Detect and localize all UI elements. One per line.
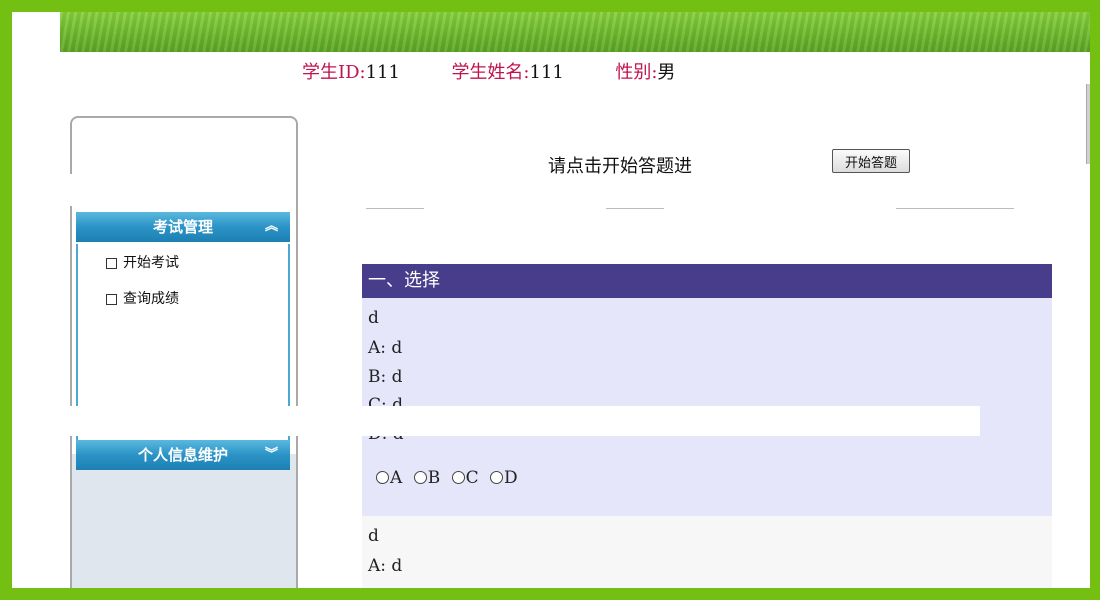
question-stem: d <box>368 526 379 546</box>
sidebar-item-start-exam[interactable]: 开始考试 <box>106 252 179 272</box>
option-text: A: d <box>368 338 403 358</box>
radio-option-d[interactable]: D <box>490 468 518 488</box>
gender-value: 男 <box>657 62 676 83</box>
sidebar-item-label: 开始考试 <box>123 255 179 271</box>
checkbox-icon <box>106 293 117 305</box>
page-content: 学生ID:111 学生姓名:111 性别:男 考试管理 ︽ 开始考试 查询成绩 … <box>12 52 1090 588</box>
gender-label: 性别: <box>615 62 658 83</box>
frame-bottom <box>0 588 1100 600</box>
sidebar-header-profile[interactable]: 个人信息维护 ︾ <box>76 440 290 470</box>
divider <box>366 208 424 209</box>
section-title: 一、选择 <box>362 264 1052 298</box>
radio-icon[interactable] <box>376 471 389 484</box>
frame-left <box>0 0 12 600</box>
chevron-up-icon: ︽ <box>264 219 278 234</box>
sidebar-header-profile-label: 个人信息维护 <box>137 446 228 464</box>
radio-icon[interactable] <box>451 471 465 484</box>
sidebar-item-label: 查询成绩 <box>123 291 179 307</box>
frame-right <box>1090 0 1100 600</box>
header-banner <box>60 12 1090 52</box>
white-overlay-band <box>70 174 296 206</box>
answer-radio-group: A B C D <box>376 468 524 488</box>
radio-option-a[interactable]: A <box>376 468 402 488</box>
sidebar-item-query-score[interactable]: 查询成绩 <box>106 288 179 308</box>
radio-icon[interactable] <box>413 471 427 484</box>
radio-option-b[interactable]: B <box>413 468 440 488</box>
checkbox-icon <box>106 257 117 269</box>
question-stem: d <box>368 308 379 328</box>
sidebar-header-exam-management[interactable]: 考试管理 ︽ <box>76 212 290 242</box>
start-prompt-text: 请点击开始答题进 <box>548 156 692 177</box>
option-text: B: d <box>368 367 403 387</box>
divider <box>896 208 1014 209</box>
chevron-down-icon: ︾ <box>264 447 278 462</box>
student-name-label: 学生姓名: <box>451 62 530 83</box>
radio-option-c[interactable]: C <box>451 468 479 488</box>
start-answer-button[interactable]: 开始答题 <box>832 149 910 173</box>
student-name-value: 111 <box>529 62 564 83</box>
student-info-row: 学生ID:111 学生姓名:111 性别:男 <box>302 58 675 84</box>
banner-left-strip <box>12 12 60 52</box>
question-block: d A: d <box>362 516 1052 588</box>
white-overlay-band <box>70 406 980 436</box>
option-text: A: d <box>368 556 403 576</box>
frame-top <box>0 0 1100 12</box>
divider <box>606 208 664 209</box>
sidebar-lower-panel <box>72 454 296 588</box>
student-id-value: 111 <box>365 62 400 83</box>
student-id-label: 学生ID: <box>302 62 366 83</box>
sidebar-header-exam-label: 考试管理 <box>152 218 213 236</box>
radio-icon[interactable] <box>490 471 504 484</box>
